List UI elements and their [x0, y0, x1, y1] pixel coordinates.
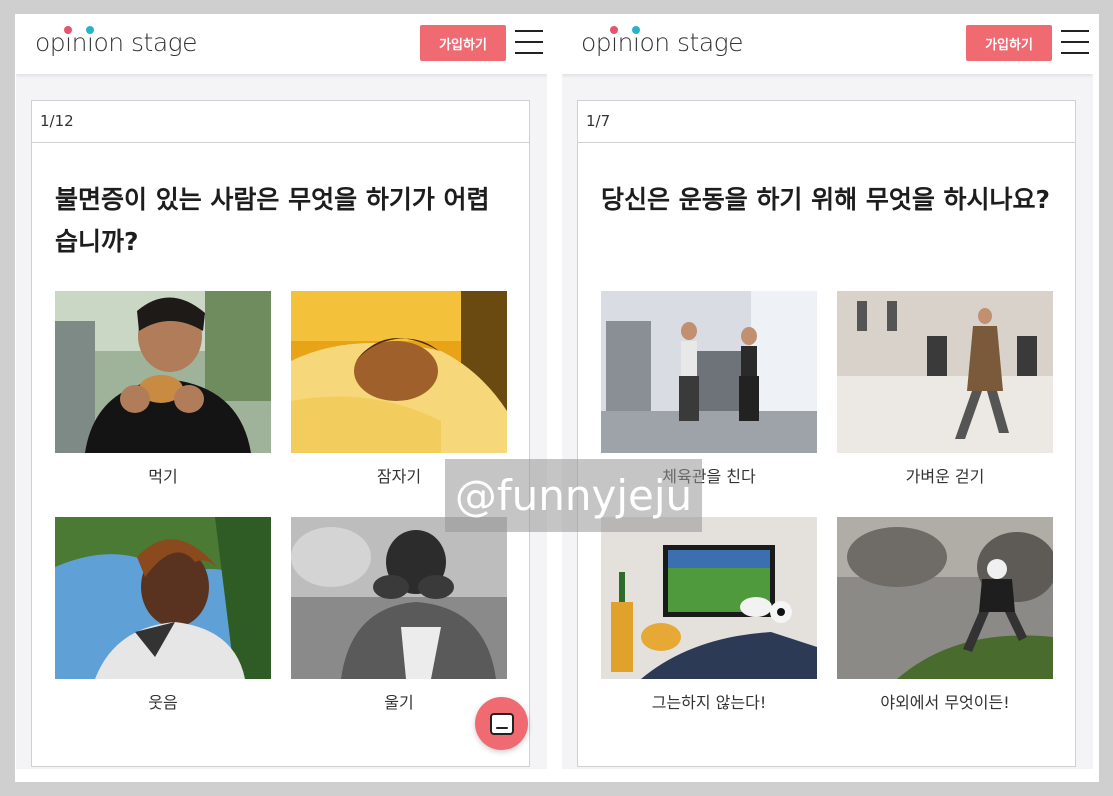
- answer-option[interactable]: 그는하지 않는다!: [601, 517, 817, 713]
- signup-button[interactable]: 가입하기: [966, 25, 1052, 61]
- quiz-card: 1/12 불면증이 있는 사람은 무엇을 하기가 어렵습니까? 먹기 잠자기 웃…: [31, 100, 530, 767]
- answer-option[interactable]: 체육관을 친다: [601, 291, 817, 487]
- quiz-panel-right: opı nı on stage 가입하기 1/7 당신은 운동을 하기 위해 무엇을…: [562, 14, 1093, 769]
- question-counter: 1/7: [578, 101, 1075, 143]
- answer-option[interactable]: 잠자기: [291, 291, 507, 487]
- header: opı nı on stage 가입하기: [562, 14, 1093, 74]
- answer-option[interactable]: 가벼운 걷기: [837, 291, 1053, 487]
- answer-option[interactable]: 울기: [291, 517, 507, 713]
- question-title: 당신은 운동을 하기 위해 무엇을 하시나요?: [601, 185, 1051, 214]
- answer-image[interactable]: [837, 517, 1053, 679]
- question-title: 불면증이 있는 사람은 무엇을 하기가 어렵습니까?: [55, 185, 490, 256]
- quiz-card: 1/7 당신은 운동을 하기 위해 무엇을 하시나요? 체육관을 친다 가벼운 …: [577, 100, 1076, 767]
- answer-label: 가벼운 걷기: [905, 467, 985, 486]
- answer-image[interactable]: [837, 291, 1053, 453]
- answer-label: 웃음: [148, 693, 178, 712]
- answer-image[interactable]: [291, 517, 507, 679]
- chat-icon[interactable]: [475, 697, 528, 750]
- answer-option[interactable]: 웃음: [55, 517, 271, 713]
- answer-image[interactable]: [291, 291, 507, 453]
- quiz-panel-left: opı nı on stage 가입하기 1/12 불면증이 있는 사람은 무엇을 …: [16, 14, 547, 769]
- answer-label: 야외에서 무엇이든!: [880, 693, 1010, 712]
- opinion-stage-logo[interactable]: opı nı on stage: [581, 26, 744, 58]
- answer-image[interactable]: [601, 291, 817, 453]
- opinion-stage-logo[interactable]: opı nı on stage: [35, 26, 198, 58]
- hamburger-menu-icon[interactable]: [1061, 30, 1089, 54]
- header: opı nı on stage 가입하기: [16, 14, 547, 74]
- answer-option[interactable]: 먹기: [55, 291, 271, 487]
- answer-image[interactable]: [55, 517, 271, 679]
- answer-image[interactable]: [601, 517, 817, 679]
- signup-button[interactable]: 가입하기: [420, 25, 506, 61]
- answer-label: 그는하지 않는다!: [651, 693, 767, 712]
- question-counter: 1/12: [32, 101, 529, 143]
- answer-option[interactable]: 야외에서 무엇이든!: [837, 517, 1053, 713]
- answer-label: 울기: [384, 693, 414, 712]
- hamburger-menu-icon[interactable]: [515, 30, 543, 54]
- watermark: @funnyjeju: [445, 459, 702, 532]
- answer-image[interactable]: [55, 291, 271, 453]
- answer-label: 먹기: [148, 467, 178, 486]
